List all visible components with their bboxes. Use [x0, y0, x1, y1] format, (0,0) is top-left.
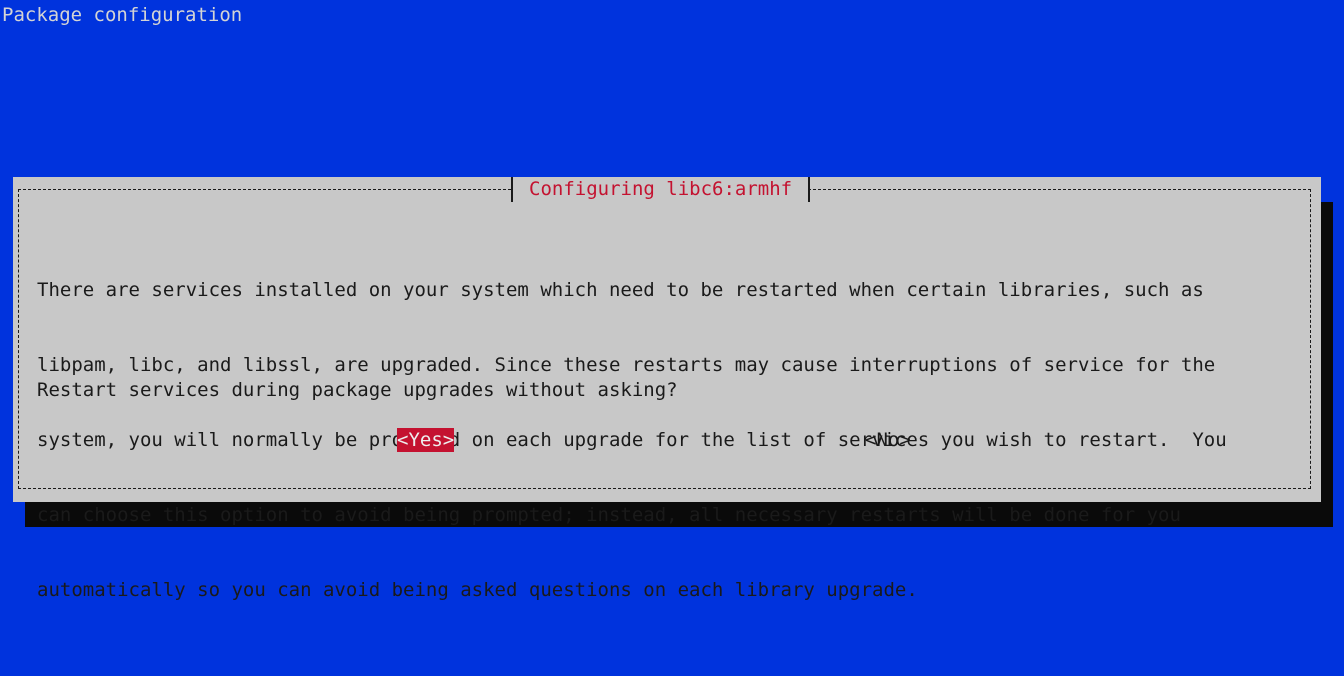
message-line: libpam, libc, and libssl, are upgraded. …	[37, 354, 1216, 376]
dialog-title: Configuring libc6:armhf	[511, 177, 811, 202]
no-button[interactable]: <No>	[865, 428, 911, 452]
message-line: can choose this option to avoid being pr…	[37, 504, 1181, 526]
screen-title: Package configuration	[2, 4, 243, 26]
dialog: Configuring libc6:armhf There are servic…	[13, 177, 1321, 601]
message-line: There are services installed on your sys…	[37, 279, 1204, 301]
message-line: automatically so you can avoid being ask…	[37, 579, 918, 601]
dialog-question: Restart services during package upgrades…	[37, 379, 678, 401]
message-line: system, you will normally be prompted on…	[37, 429, 1227, 451]
yes-button[interactable]: <Yes>	[397, 428, 455, 452]
dialog-message: There are services installed on your sys…	[37, 228, 1227, 653]
